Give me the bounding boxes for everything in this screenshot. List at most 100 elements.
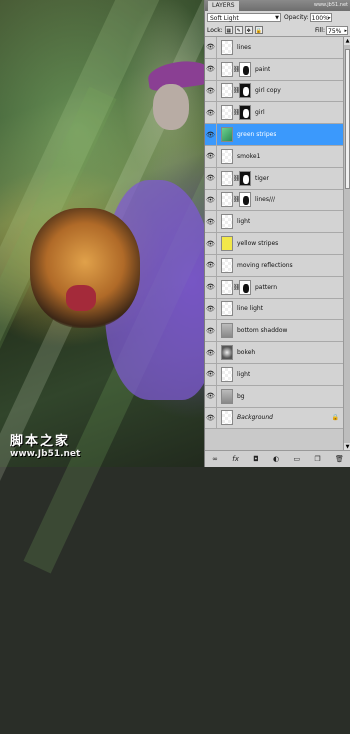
layer-thumbnail	[221, 257, 233, 273]
layer-thumbnail	[221, 410, 233, 426]
layer-row[interactable]: 👁 light	[205, 363, 343, 386]
layer-row[interactable]: 👁 light	[205, 211, 343, 234]
layer-mask-thumbnail[interactable]	[239, 83, 251, 99]
opacity-label: Opacity:	[284, 14, 309, 21]
blend-mode-value: Soft Light	[210, 15, 239, 22]
lock-image-icon[interactable]: ✎	[234, 26, 243, 34]
layer-name: light	[237, 218, 251, 226]
layer-name: paint	[255, 65, 271, 73]
layer-row[interactable]: 👁 ⛓ girl	[205, 102, 343, 125]
layers-panel: LAYERS www.jb51.net Soft Light ▼ Opacity…	[204, 0, 350, 467]
lock-all-icon[interactable]: 🔒	[254, 26, 263, 34]
lock-transparency-icon[interactable]: ▦	[224, 26, 233, 34]
mask-icon[interactable]: ◘	[253, 455, 259, 463]
eye-icon[interactable]: 👁	[205, 298, 217, 320]
layer-row[interactable]: 👁 moving reflections	[205, 254, 343, 277]
layer-mask-thumbnail[interactable]	[239, 61, 251, 77]
layer-name: girl	[255, 109, 265, 117]
layer-name: smoke1	[237, 152, 261, 160]
layer-mask-thumbnail[interactable]	[239, 170, 251, 186]
chevron-right-icon: ▸	[344, 27, 347, 34]
mask-shape	[243, 87, 249, 97]
link-icon[interactable]: ∞	[212, 455, 218, 463]
eye-icon[interactable]: 👁	[205, 145, 217, 167]
watermark-chinese: 脚本之家	[10, 434, 71, 449]
eye-icon[interactable]: 👁	[205, 80, 217, 102]
layer-name: light	[237, 370, 251, 378]
folder-icon[interactable]: ▭	[293, 455, 300, 463]
opacity-field[interactable]: 100% ▸	[309, 13, 332, 22]
tab-layers[interactable]: LAYERS	[208, 1, 239, 11]
layer-row[interactable]: 👁 ⛓ girl copy	[205, 80, 343, 103]
fill-field[interactable]: 75% ▸	[326, 25, 348, 35]
adjustment-icon[interactable]: ◐	[273, 455, 279, 463]
mask-shape	[243, 196, 249, 206]
layer-name: green stripes	[237, 131, 277, 139]
tiger-mouth	[66, 285, 96, 311]
layer-thumbnail	[221, 236, 233, 252]
layer-name: bg	[237, 392, 245, 400]
layer-row[interactable]: 👁 bg	[205, 385, 343, 408]
eye-icon[interactable]: 👁	[205, 124, 217, 145]
layer-row[interactable]: 👁 smoke1	[205, 145, 343, 168]
layer-thumbnail	[221, 279, 233, 295]
panel-tabbar: LAYERS www.jb51.net	[205, 0, 350, 11]
scroll-up-icon[interactable]: ▲	[344, 37, 350, 45]
layer-row[interactable]: 👁 line light	[205, 298, 343, 321]
layer-row[interactable]: 👁 green stripes	[205, 124, 343, 146]
layer-thumbnail	[221, 83, 233, 99]
eye-icon[interactable]: 👁	[205, 385, 217, 407]
eye-icon[interactable]: 👁	[205, 233, 217, 254]
fill-value: 75%	[328, 27, 342, 35]
panel-footer: ∞ fx ◘ ◐ ▭ ❐ 🗑	[205, 450, 350, 467]
blend-row: Soft Light ▼ Opacity: 100% ▸	[205, 11, 350, 24]
eye-icon[interactable]: 👁	[205, 342, 217, 363]
layer-row[interactable]: 👁 bokeh	[205, 342, 343, 364]
eye-icon[interactable]: 👁	[205, 37, 217, 58]
layer-row[interactable]: 👁 ⛓ tiger	[205, 167, 343, 190]
layer-row[interactable]: 👁 yellow stripes	[205, 233, 343, 255]
layer-thumbnail	[221, 301, 233, 317]
eye-icon[interactable]: 👁	[205, 320, 217, 342]
layer-name: girl copy	[255, 87, 281, 95]
layer-thumbnail	[221, 214, 233, 230]
layer-mask-thumbnail[interactable]	[239, 192, 251, 208]
watermark-url: www.Jb51.net	[10, 449, 81, 459]
eye-icon[interactable]: 👁	[205, 211, 217, 233]
fx-icon[interactable]: fx	[232, 455, 239, 463]
layer-mask-thumbnail[interactable]	[239, 279, 251, 295]
trash-icon[interactable]: 🗑	[335, 455, 344, 463]
layers-scrollbar[interactable]: ▲ ▼	[343, 37, 350, 451]
blend-mode-select[interactable]: Soft Light ▼	[207, 13, 281, 22]
eye-icon[interactable]: 👁	[205, 254, 217, 276]
mask-shape	[243, 109, 249, 119]
layer-row[interactable]: 👁 ⛓ paint	[205, 58, 343, 81]
new-layer-icon[interactable]: ❐	[314, 455, 320, 463]
layer-thumbnail	[221, 366, 233, 382]
layer-row[interactable]: 👁 Background 🔒	[205, 407, 343, 430]
layer-name: lines///	[255, 196, 276, 204]
mask-shape	[243, 65, 249, 75]
layer-thumbnail	[221, 323, 233, 339]
layer-row[interactable]: 👁 ⛓ pattern	[205, 276, 343, 299]
layer-row[interactable]: 👁 ⛓ lines///	[205, 189, 343, 212]
lock-position-icon[interactable]: ✥	[244, 26, 253, 34]
scroll-thumb[interactable]	[345, 49, 350, 189]
fill-label: Fill:	[314, 26, 325, 34]
layer-mask-thumbnail[interactable]	[239, 105, 251, 121]
layer-name: moving reflections	[237, 261, 293, 269]
eye-icon[interactable]: 👁	[205, 189, 217, 211]
layers-list: 👁 lines 👁 ⛓ paint 👁 ⛓ girl copy 👁 ⛓ girl 👁 green str…	[205, 37, 343, 451]
layer-thumbnail	[221, 192, 233, 208]
mask-shape	[243, 283, 249, 293]
layer-row[interactable]: 👁 lines	[205, 37, 343, 59]
layer-row[interactable]: 👁 bottom shaddow	[205, 320, 343, 343]
eye-icon[interactable]: 👁	[205, 407, 217, 429]
eye-icon[interactable]: 👁	[205, 167, 217, 189]
layer-thumbnail	[221, 388, 233, 404]
eye-icon[interactable]: 👁	[205, 363, 217, 385]
eye-icon[interactable]: 👁	[205, 276, 217, 298]
girl-face	[153, 84, 189, 130]
eye-icon[interactable]: 👁	[205, 102, 217, 124]
eye-icon[interactable]: 👁	[205, 58, 217, 80]
